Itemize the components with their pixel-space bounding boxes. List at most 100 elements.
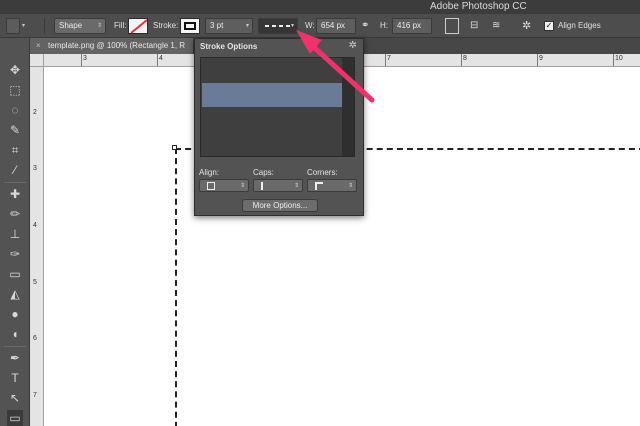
height-value: 416 px [397,21,422,30]
link-icon[interactable]: ⚭ [361,18,373,34]
ruler-label: 8 [463,55,467,62]
dropdown-arrow-icon: ▾ [290,23,294,29]
path-alignment-icon[interactable]: ⊟ [470,18,484,34]
divider [4,182,26,183]
gear-icon[interactable]: ✲ [349,40,357,51]
miter-join-icon [315,182,323,190]
close-icon[interactable]: × [36,38,41,54]
align-dropdown[interactable]: ⇕ [199,179,249,192]
stroke-style-solid[interactable] [202,59,342,83]
ruler-label: 2 [33,109,37,116]
ruler-label: 4 [159,55,163,62]
ruler-tick [613,54,614,66]
ruler-corner [30,54,44,67]
rectangle-tool-icon[interactable]: ▭ [7,410,23,426]
clone-stamp-tool-icon[interactable]: ⊥ [7,226,23,242]
mode-dropdown[interactable]: Shape ⇕ [54,18,106,34]
ruler-label: 3 [33,165,37,172]
more-options-button[interactable]: More Options... [242,199,318,212]
chevron-updown-icon: ⇕ [293,183,299,189]
quick-selection-tool-icon[interactable]: ✎ [7,122,23,138]
width-value: 654 px [321,21,346,30]
ruler-tick [461,54,462,66]
path-arrangement-icon[interactable]: ≋ [492,18,506,34]
path-selection-tool-icon[interactable]: ↖ [7,390,23,406]
brush-tool-icon[interactable]: ✏ [7,206,23,222]
dodge-tool-icon[interactable]: ◖ [7,326,23,342]
mode-value: Shape [59,21,83,30]
fill-label: Fill: [114,21,127,30]
align-edges-checkbox[interactable]: ✓ [544,21,554,31]
tools-panel: ✥ ⬚ ◌ ✎ ⌗ ⁄ ✚ ✏ ⊥ ✑ ▭ ◭ ● ◖ ✒ T ↖ ▭ [0,38,30,426]
rectangle-tool-preset-icon[interactable] [6,18,20,34]
stroke-style-dashed[interactable] [202,83,342,107]
document-tab[interactable]: × template.png @ 100% (Rectangle 1, R [30,38,194,54]
lasso-tool-icon[interactable]: ◌ [7,102,23,118]
corners-label: Corners: [307,168,338,177]
chevron-updown-icon: ⇕ [347,183,353,189]
stroke-type-dropdown[interactable]: ▾ [258,18,298,34]
ruler-label: 5 [33,279,37,286]
caps-label: Caps: [253,168,274,177]
preset-arrow-icon[interactable]: ▾ [22,18,30,34]
ruler-tick [385,54,386,66]
ruler-label: 4 [33,222,37,229]
width-input[interactable]: 654 px [316,18,356,34]
ruler-tick [537,54,538,66]
height-label: H: [380,21,388,30]
scrollbar[interactable] [342,58,354,156]
document-tab-title: template.png @ 100% (Rectangle 1, R [48,41,186,50]
align-edges-label[interactable]: Align Edges [558,18,601,34]
ruler-label: 3 [83,55,87,62]
ruler-label: 10 [615,55,623,62]
butt-cap-icon [261,182,269,190]
divider [44,18,45,34]
corners-dropdown[interactable]: ⇕ [307,179,357,192]
history-brush-tool-icon[interactable]: ✑ [7,246,23,262]
height-input[interactable]: 416 px [392,18,432,34]
stroke-width-value: 3 pt [210,21,224,30]
eraser-tool-icon[interactable]: ▭ [7,266,23,282]
dropdown-arrow-icon: ▾ [245,23,249,29]
chevron-updown-icon: ⇕ [239,183,245,189]
pen-tool-icon[interactable]: ✒ [7,350,23,366]
move-tool-icon[interactable]: ✥ [7,62,23,78]
gear-icon[interactable]: ✲ [522,18,536,34]
dashed-line-icon [265,25,291,27]
fill-swatch[interactable] [128,18,148,34]
ruler-label: 7 [387,55,391,62]
caps-dropdown[interactable]: ⇕ [253,179,303,192]
ruler-label: 9 [539,55,543,62]
stroke-style-dotted[interactable] [202,107,342,131]
paint-bucket-tool-icon[interactable]: ◭ [7,286,23,302]
chevron-updown-icon: ⇕ [96,23,102,29]
divider [4,346,26,347]
stroke-options-title: Stroke Options [200,42,258,51]
stroke-swatch[interactable] [180,18,200,34]
path-operations-icon[interactable] [445,18,459,34]
stroke-style-list [200,57,355,157]
stroke-square-icon [184,22,196,30]
ruler-tick [157,54,158,66]
healing-brush-tool-icon[interactable]: ✚ [7,186,23,202]
title-bar: Adobe Photoshop CC [0,0,640,14]
eyedropper-tool-icon[interactable]: ⁄ [7,162,23,178]
ruler-tick [81,54,82,66]
width-label: W: [305,21,315,30]
align-inside-icon [207,182,215,190]
ruler-label: 6 [33,335,37,342]
blur-tool-icon[interactable]: ● [7,306,23,322]
anchor-point[interactable] [172,145,177,150]
ruler-label: 7 [33,392,37,399]
app-title: Adobe Photoshop CC [430,1,527,12]
stroke-width-input[interactable]: 3 pt ▾ [205,18,253,34]
type-tool-icon[interactable]: T [7,370,23,386]
stroke-options-panel: Stroke Options ✲ Align: Caps: Corners: ⇕… [194,38,364,216]
vertical-ruler[interactable]: 2 3 4 5 6 7 [30,67,44,426]
stroke-label: Stroke: [153,21,179,30]
crop-tool-icon[interactable]: ⌗ [7,142,23,158]
marquee-tool-icon[interactable]: ⬚ [7,82,23,98]
no-fill-icon [130,19,147,33]
align-label: Align: [199,168,220,177]
options-bar: ▾ Shape ⇕ Fill: Stroke: 3 pt ▾ ▾ W: 654 … [0,14,640,38]
